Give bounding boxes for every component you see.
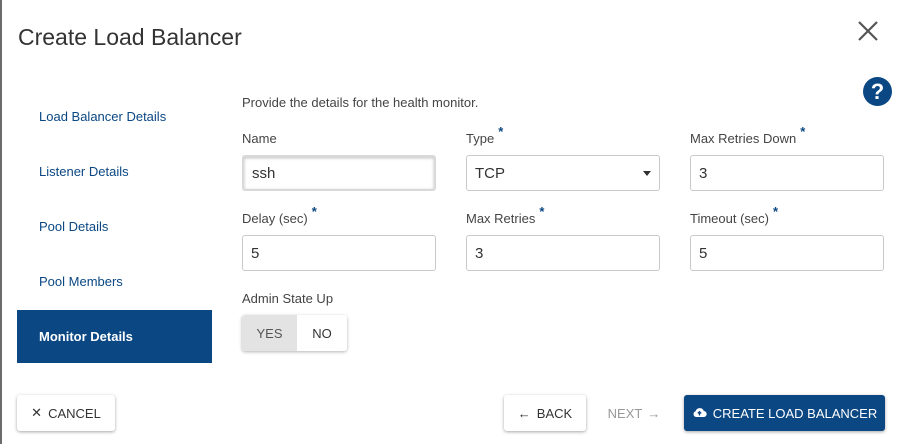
timeout-input[interactable]: [690, 235, 884, 271]
dialog-title: Create Load Balancer: [18, 24, 242, 50]
nav-item-load-balancer-details[interactable]: Load Balancer Details: [17, 90, 212, 143]
nav-item-pool-members[interactable]: Pool Members: [17, 255, 212, 308]
delay-label: Delay (sec) *: [242, 204, 317, 226]
required-marker: *: [311, 204, 317, 219]
delay-label-text: Delay (sec): [242, 211, 308, 226]
max-retries-label: Max Retries *: [466, 204, 544, 226]
close-icon[interactable]: [855, 18, 881, 44]
nav-item-monitor-details[interactable]: Monitor Details: [17, 310, 212, 363]
next-button-label: NEXT: [607, 405, 643, 421]
max-retries-input[interactable]: [466, 235, 660, 271]
help-icon[interactable]: ?: [863, 77, 892, 106]
required-marker: *: [800, 124, 806, 139]
chevron-down-icon: [643, 170, 651, 176]
next-button[interactable]: NEXT →: [600, 395, 668, 431]
required-marker: *: [772, 204, 779, 219]
create-load-balancer-dialog: Create Load Balancer ? Load Balancer Det…: [0, 0, 897, 444]
arrow-left-icon: ←: [517, 405, 531, 421]
nav-item-label: Monitor Details: [39, 329, 133, 344]
create-load-balancer-button[interactable]: CREATE LOAD BALANCER: [684, 395, 885, 431]
cloud-upload-icon: [692, 406, 707, 421]
timeout-label-text: Timeout (sec): [690, 211, 769, 226]
max-retries-down-label-text: Max Retries Down: [690, 131, 797, 146]
timeout-label: Timeout (sec) *: [690, 204, 778, 226]
max-retries-down-input[interactable]: [690, 155, 884, 191]
type-select[interactable]: TCP: [466, 155, 660, 191]
nav-item-label: Load Balancer Details: [39, 109, 167, 124]
max-retries-label-text: Max Retries: [466, 211, 536, 226]
nav-item-label: Listener Details: [39, 164, 129, 179]
admin-state-toggle: YES NO: [242, 315, 347, 351]
dialog-edge: [0, 0, 2, 444]
max-retries-down-label: Max Retries Down *: [690, 124, 805, 146]
name-input[interactable]: [242, 155, 436, 191]
required-marker: *: [539, 204, 545, 219]
back-button-label: BACK: [536, 405, 573, 421]
name-label: Name: [242, 131, 277, 146]
delay-input[interactable]: [242, 235, 436, 271]
create-load-balancer-label: CREATE LOAD BALANCER: [712, 405, 878, 421]
admin-state-no-button[interactable]: NO: [297, 315, 347, 351]
type-select-value: TCP: [475, 164, 505, 182]
type-label-text: Type: [466, 131, 495, 146]
type-label: Type *: [466, 124, 503, 146]
close-icon: ✕: [31, 405, 43, 420]
required-marker: *: [498, 124, 504, 139]
nav-item-label: Pool Details: [39, 219, 109, 234]
arrow-right-icon: →: [647, 405, 661, 421]
form-description: Provide the details for the health monit…: [242, 95, 479, 110]
back-button[interactable]: ← BACK: [504, 395, 586, 431]
nav-item-label: Pool Members: [39, 274, 123, 289]
nav-item-pool-details[interactable]: Pool Details: [17, 200, 212, 253]
admin-state-yes-button[interactable]: YES: [242, 315, 297, 351]
name-label-text: Name: [242, 131, 277, 146]
wizard-steps-nav: Load Balancer Details Listener Details P…: [17, 90, 212, 365]
cancel-button[interactable]: ✕ CANCEL: [17, 395, 115, 431]
nav-item-listener-details[interactable]: Listener Details: [17, 145, 212, 198]
admin-state-label: Admin State Up: [242, 291, 334, 306]
cancel-button-label: CANCEL: [48, 405, 101, 421]
